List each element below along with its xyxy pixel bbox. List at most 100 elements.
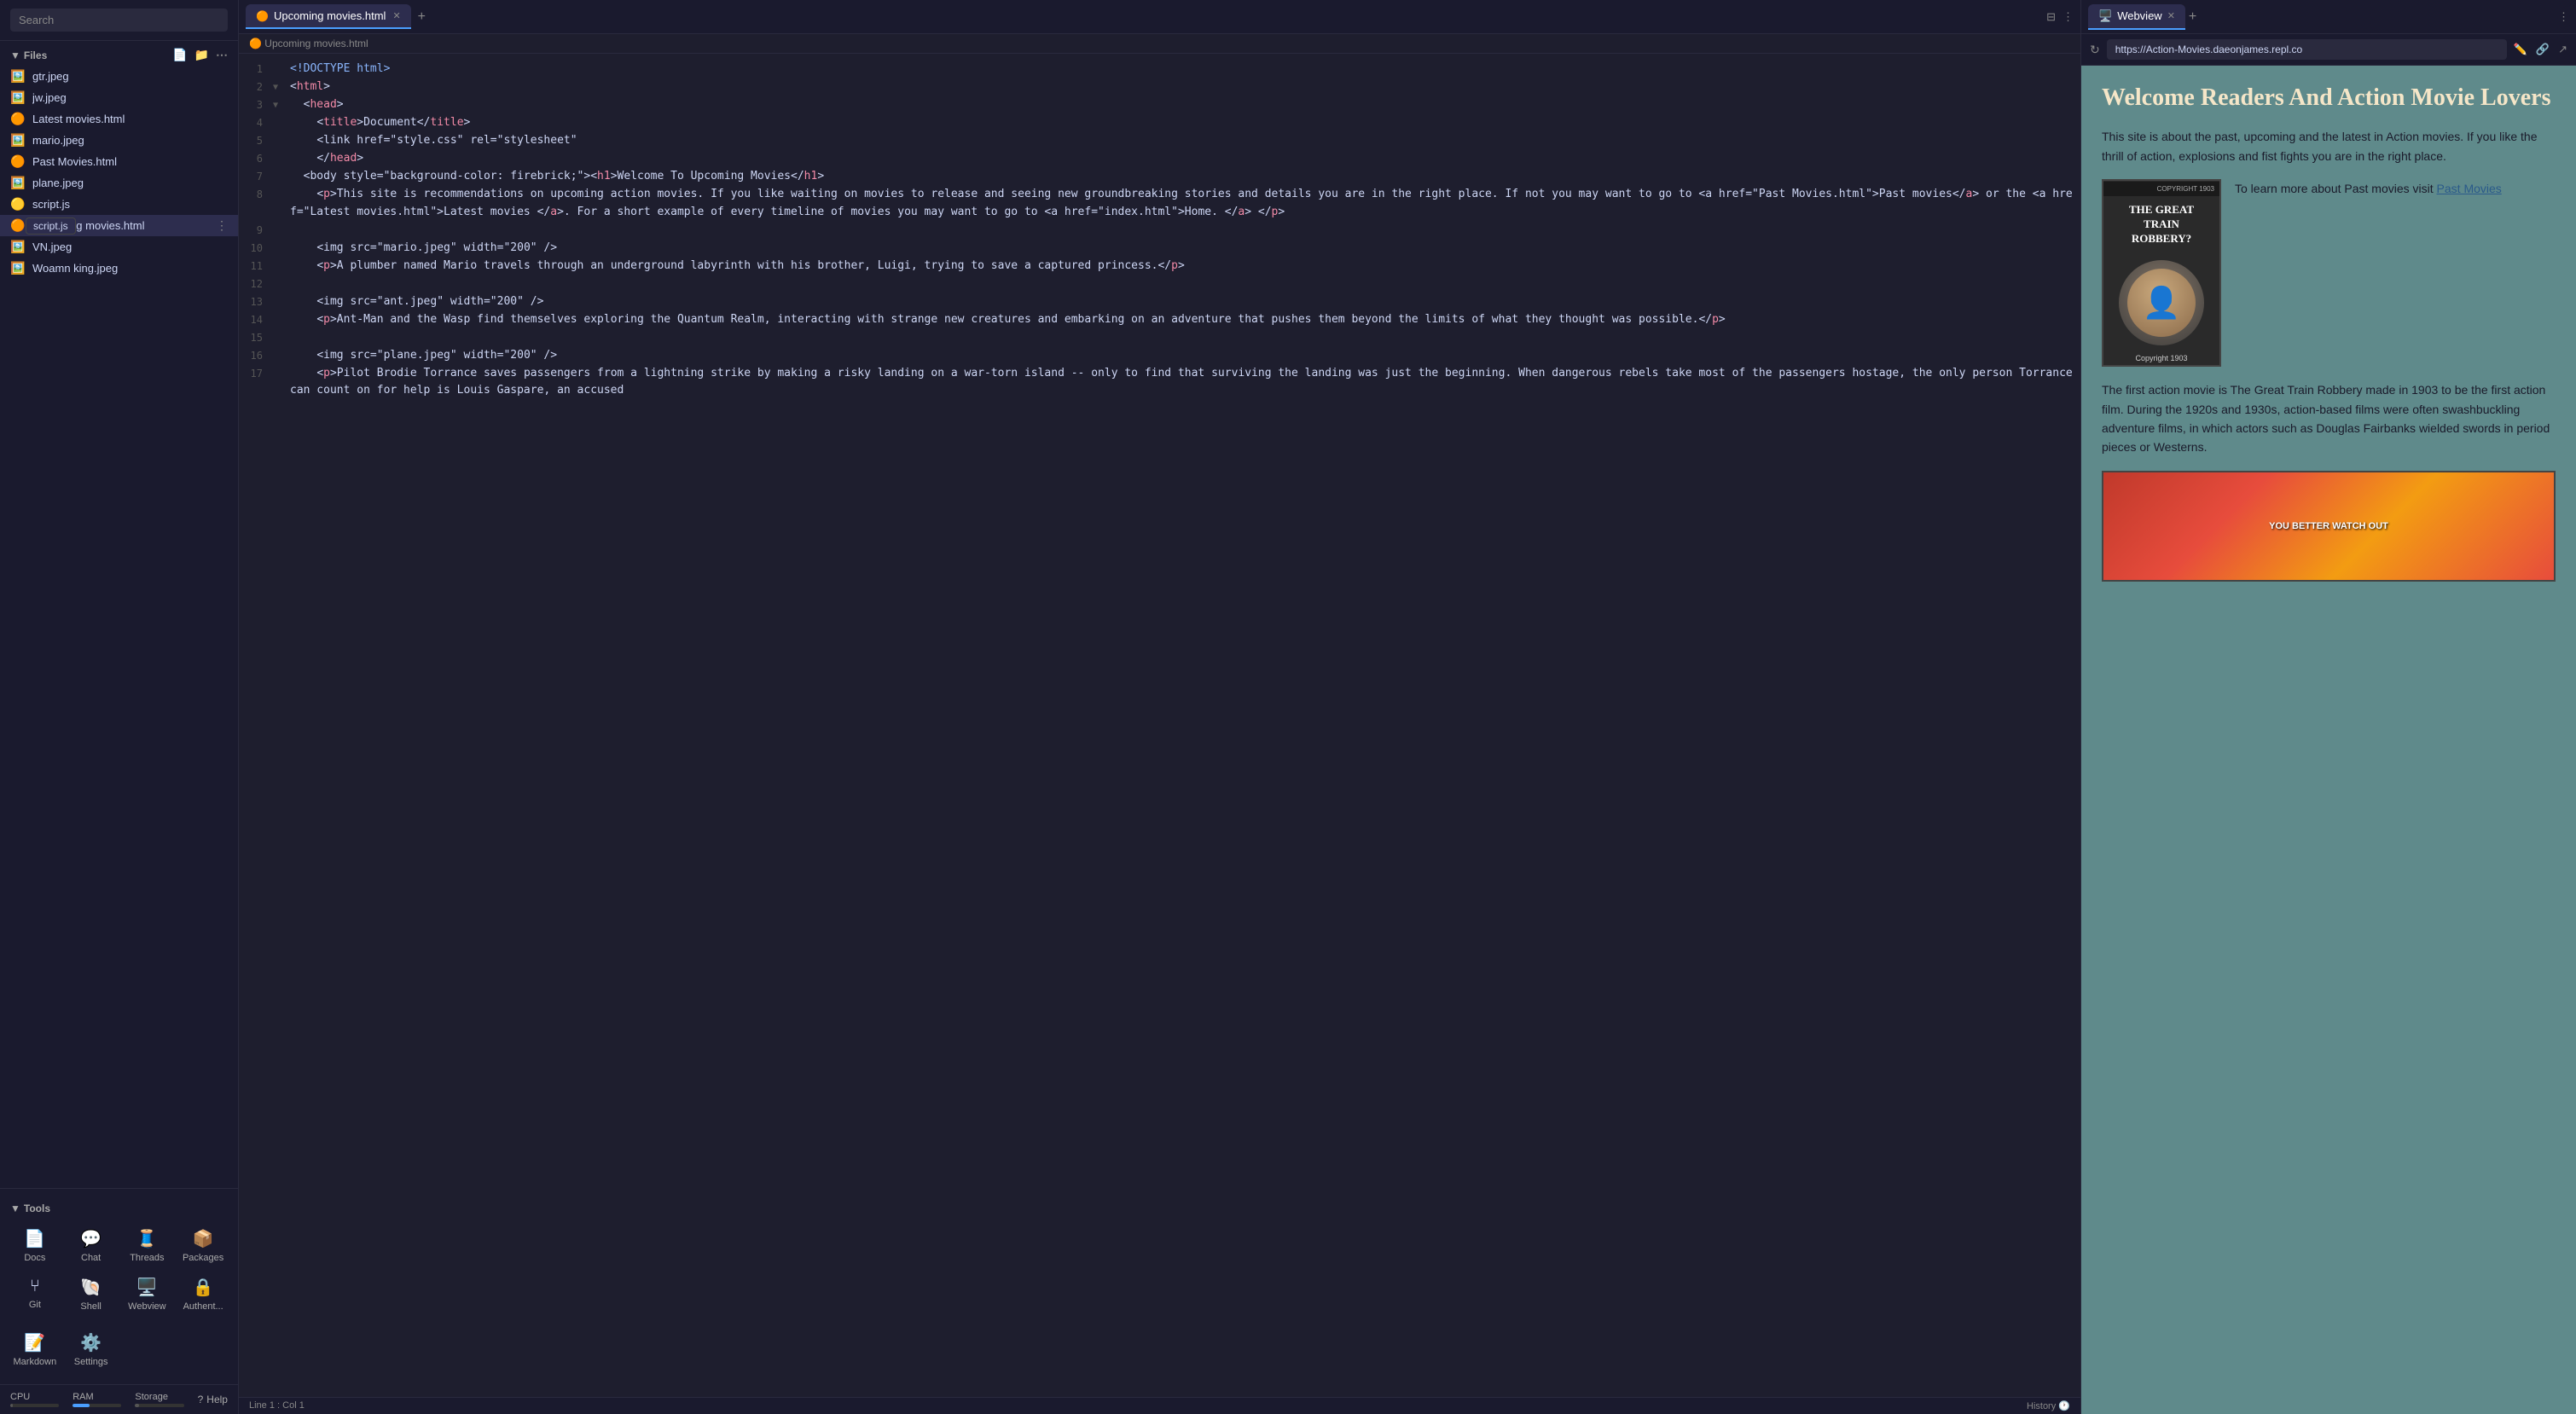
webview-add-tab-button[interactable]: + xyxy=(2189,9,2196,25)
cursor-position: Line 1 : Col 1 xyxy=(249,1400,305,1411)
code-line: 15 xyxy=(239,329,2080,347)
line-content[interactable]: <img src="ant.jpeg" width="200" /> xyxy=(283,293,2080,311)
file-icon: 🖼️ xyxy=(10,69,26,84)
tool-item-chat[interactable]: 💬 Chat xyxy=(63,1221,119,1270)
tab-close-button[interactable]: ✕ xyxy=(392,10,400,21)
url-input[interactable] xyxy=(2107,39,2507,60)
new-folder-icon[interactable]: 📁 xyxy=(194,48,209,62)
line-content[interactable]: <link href="style.css" rel="stylesheet" xyxy=(283,132,2080,150)
file-item[interactable]: 🖼️ jw.jpeg xyxy=(0,87,238,108)
editor-statusbar: Line 1 : Col 1 History 🕐 xyxy=(239,1397,2080,1414)
tools-toggle[interactable]: ▼ Tools xyxy=(10,1202,50,1214)
new-file-icon[interactable]: 📄 xyxy=(172,48,187,62)
line-content[interactable]: <img src="plane.jpeg" width="200" /> xyxy=(283,347,2080,365)
line-number: 11 xyxy=(239,258,273,275)
code-line: 10 <img src="mario.jpeg" width="200" /> xyxy=(239,240,2080,258)
history-button[interactable]: History 🕐 xyxy=(2027,1400,2070,1411)
files-toggle[interactable]: ▼ Files xyxy=(10,49,47,61)
line-content[interactable]: <p>Pilot Brodie Torrance saves passenger… xyxy=(283,365,2080,401)
file-item[interactable]: 🖼️ gtr.jpeg xyxy=(0,66,238,87)
webview-content: Welcome Readers And Action Movie Lovers … xyxy=(2081,66,2576,1414)
webview-image-section: COPYRIGHT 1903 The GreatTrainRobbery? 👤 … xyxy=(2102,179,2556,367)
tools-grid: 📄 Docs 💬 Chat 🧵 Threads 📦 Packages ⑂ Git… xyxy=(0,1218,238,1322)
breadcrumb-text: Upcoming movies.html xyxy=(264,38,368,49)
tool-item-threads[interactable]: 🧵 Threads xyxy=(119,1221,176,1270)
line-content[interactable]: <p>A plumber named Mario travels through… xyxy=(283,258,2080,275)
tool-item-packages[interactable]: 📦 Packages xyxy=(175,1221,231,1270)
file-item[interactable]: 🟠 Past Movies.html xyxy=(0,151,238,172)
tab-label: Upcoming movies.html xyxy=(274,9,386,22)
editor-tab-bar: 🟠 Upcoming movies.html ✕ + ⊟ ⋮ xyxy=(239,0,2080,34)
line-number: 10 xyxy=(239,240,273,257)
code-line: 11 <p>A plumber named Mario travels thro… xyxy=(239,258,2080,275)
webview-tab[interactable]: 🖥️ Webview ✕ xyxy=(2088,4,2185,30)
line-arrow xyxy=(273,275,283,278)
tool-icon: 💬 xyxy=(80,1228,102,1249)
help-button[interactable]: ? Help xyxy=(198,1394,228,1405)
line-number: 5 xyxy=(239,132,273,149)
line-content[interactable]: <p>Ant-Man and the Wasp find themselves … xyxy=(283,311,2080,329)
search-bar xyxy=(0,0,238,41)
past-movies-link[interactable]: Past Movies xyxy=(2437,182,2502,195)
file-icon: 🟠 xyxy=(10,218,26,233)
line-number: 2 xyxy=(239,78,273,96)
chevron-down-icon: ▼ xyxy=(10,49,20,61)
tool-label: Webview xyxy=(128,1301,165,1312)
file-item[interactable]: 🟠 Upcoming movies.html ⋮ xyxy=(0,215,238,236)
open-new-icon[interactable]: ↗ xyxy=(2558,43,2567,56)
ram-fill xyxy=(73,1404,90,1407)
external-link-icon[interactable]: 🔗 xyxy=(2536,43,2550,56)
tool-item-shell[interactable]: 🐚 Shell xyxy=(63,1270,119,1318)
tool-item-webview[interactable]: 🖥️ Webview xyxy=(119,1270,176,1318)
file-name: gtr.jpeg xyxy=(32,70,228,83)
line-number: 17 xyxy=(239,365,273,382)
editor-menu-icon[interactable]: ⋮ xyxy=(2063,10,2074,24)
line-arrow xyxy=(273,132,283,135)
file-item[interactable]: 🟠 Latest movies.html xyxy=(0,108,238,130)
line-content[interactable]: <html> xyxy=(283,78,2080,96)
tool-item-settings[interactable]: ⚙️ Settings xyxy=(63,1325,119,1374)
tool-item-docs[interactable]: 📄 Docs xyxy=(7,1221,63,1270)
line-content[interactable]: <p>This site is recommendations on upcom… xyxy=(283,186,2080,222)
line-arrow xyxy=(273,222,283,224)
search-input[interactable] xyxy=(10,9,228,32)
add-tab-button[interactable]: + xyxy=(415,9,429,25)
line-content[interactable]: <title>Document</title> xyxy=(283,114,2080,132)
code-line: 4 <title>Document</title> xyxy=(239,114,2080,132)
tool-icon: ⚙️ xyxy=(80,1332,102,1353)
files-menu-icon[interactable]: ⋯ xyxy=(216,48,228,62)
file-name: script.js xyxy=(32,198,209,211)
line-content[interactable]: <img src="mario.jpeg" width="200" /> xyxy=(283,240,2080,258)
tool-label: Shell xyxy=(80,1301,101,1312)
reload-icon[interactable]: ↻ xyxy=(2090,43,2100,57)
line-number: 1 xyxy=(239,61,273,78)
line-content[interactable]: </head> xyxy=(283,150,2080,168)
visit-text: To learn more about Past movies visit xyxy=(2235,182,2437,195)
code-line: 16 <img src="plane.jpeg" width="200" /> xyxy=(239,347,2080,365)
file-item[interactable]: 🖼️ mario.jpeg xyxy=(0,130,238,151)
edit-icon[interactable]: ✏️ xyxy=(2514,43,2527,56)
tool-item-authent...[interactable]: 🔒 Authent... xyxy=(175,1270,231,1318)
tool-icon: ⑂ xyxy=(30,1277,40,1296)
editor-split-icon[interactable]: ⊟ xyxy=(2046,10,2056,24)
file-item[interactable]: 🖼️ Woamn king.jpeg xyxy=(0,258,238,279)
line-content[interactable]: <!DOCTYPE html> xyxy=(283,61,2080,78)
tool-icon: 🧵 xyxy=(136,1228,158,1249)
code-editor[interactable]: 1 <!DOCTYPE html> 2 ▼ <html> 3 ▼ <head> … xyxy=(239,54,2080,1397)
file-item[interactable]: 🖼️ plane.jpeg xyxy=(0,172,238,194)
poster-label-bottom: Copyright 1903 xyxy=(2132,352,2190,364)
file-menu-icon[interactable]: ⋮ xyxy=(216,218,228,233)
webview-menu-icon[interactable]: ⋮ xyxy=(2558,10,2569,24)
file-icon: 🖼️ xyxy=(10,240,26,254)
line-content[interactable]: <head> xyxy=(283,96,2080,114)
file-item[interactable]: 🟡 script.js ⋮ script.js xyxy=(0,194,238,215)
webview-tab-close[interactable]: ✕ xyxy=(2167,10,2175,21)
file-item[interactable]: 🖼️ VN.jpeg xyxy=(0,236,238,258)
tool-label: Git xyxy=(29,1300,41,1310)
tool-item-git[interactable]: ⑂ Git xyxy=(7,1270,63,1318)
file-list: 🖼️ gtr.jpeg 🖼️ jw.jpeg 🟠 Latest movies.h… xyxy=(0,66,238,1188)
tool-item-markdown[interactable]: 📝 Markdown xyxy=(7,1325,63,1374)
line-content[interactable]: <body style="background-color: firebrick… xyxy=(283,168,2080,186)
editor-tab-upcoming[interactable]: 🟠 Upcoming movies.html ✕ xyxy=(246,4,411,29)
webview-image2: YOU BETTER WATCH OUT xyxy=(2102,471,2556,582)
